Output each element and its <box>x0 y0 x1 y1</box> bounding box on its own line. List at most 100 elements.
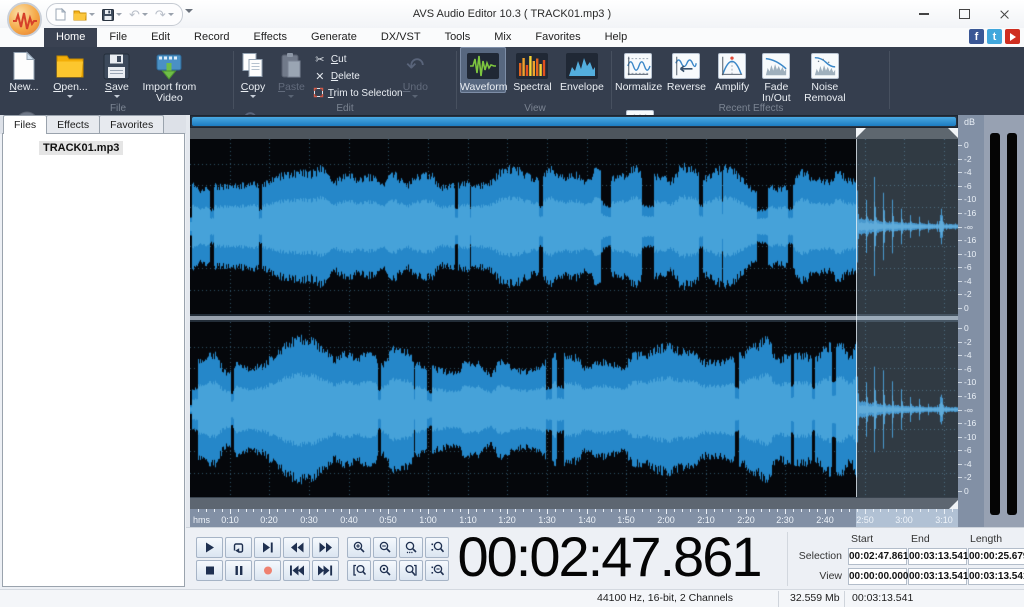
title-bar: ↶ ↷ AVS Audio Editor 10.3 ( TRACK01.mp3 … <box>0 0 1024 28</box>
db-tick <box>958 240 962 241</box>
selection-end-handle[interactable] <box>948 128 958 138</box>
tab-generate[interactable]: Generate <box>299 28 369 47</box>
import-from-video-button[interactable]: Import from Video <box>141 47 197 104</box>
tab-home[interactable]: Home <box>44 28 97 47</box>
fade-in-out-button[interactable]: Fade In/Out <box>756 47 796 104</box>
fade-in-out-icon <box>756 50 796 82</box>
zoom-selection-start-button[interactable] <box>347 560 371 581</box>
file-list-item[interactable]: TRACK01.mp3 <box>39 141 123 155</box>
rewind-button[interactable] <box>283 537 310 558</box>
view-end-value[interactable]: 00:03:13.541 <box>908 568 967 585</box>
channel-divider[interactable] <box>190 314 958 322</box>
tab-file[interactable]: File <box>97 28 139 47</box>
amplify-button[interactable]: Amplify <box>712 47 752 93</box>
zoom-full-button[interactable] <box>399 537 423 558</box>
open-button[interactable]: Open... <box>48 47 92 98</box>
close-button[interactable] <box>984 0 1024 28</box>
tab-record[interactable]: Record <box>182 28 241 47</box>
pause-button[interactable] <box>225 560 252 581</box>
selection-start-value[interactable]: 00:02:47.861 <box>848 548 907 565</box>
open-dropdown-icon[interactable] <box>67 95 73 98</box>
paste-button[interactable]: Paste <box>274 47 308 98</box>
spectral-view-button[interactable]: Spectral <box>510 47 554 93</box>
zoom-to-selection-button[interactable] <box>373 560 397 581</box>
ribbon-group-view: Waveform Spectral Envelope View <box>460 47 610 115</box>
new-file-icon[interactable] <box>55 8 66 21</box>
redo-dropdown-icon[interactable] <box>168 13 174 16</box>
minimize-button[interactable] <box>904 0 944 28</box>
undo-dropdown-icon[interactable] <box>142 13 148 16</box>
delete-button[interactable]: ✕ Delete <box>313 69 395 84</box>
save-dropdown-icon[interactable] <box>114 95 120 98</box>
loop-playback-button[interactable] <box>225 537 252 558</box>
open-file-icon[interactable] <box>73 9 95 21</box>
reverse-button[interactable]: Reverse <box>665 47 707 93</box>
panel-tab-effects[interactable]: Effects <box>46 115 100 134</box>
scrollbar-thumb[interactable] <box>192 117 956 126</box>
selection-strip[interactable] <box>190 128 958 139</box>
normalize-button[interactable]: Normalize <box>615 47 661 93</box>
twitter-icon[interactable]: t <box>987 29 1002 44</box>
copy-button[interactable]: Copy <box>236 47 270 98</box>
youtube-icon[interactable] <box>1005 29 1020 44</box>
redo-icon[interactable]: ↷ <box>155 8 174 21</box>
customize-quick-access-icon[interactable] <box>185 9 193 13</box>
tab-effects[interactable]: Effects <box>242 28 299 47</box>
waveform-channel-left[interactable] <box>190 139 958 314</box>
fast-forward-button[interactable] <box>312 537 339 558</box>
tab-help[interactable]: Help <box>593 28 640 47</box>
undo-button[interactable]: ↶ Undo <box>399 47 431 98</box>
play-button[interactable] <box>196 537 223 558</box>
copy-dropdown-icon[interactable] <box>250 95 256 98</box>
app-menu-button[interactable] <box>7 2 42 37</box>
go-to-start-button[interactable] <box>283 560 310 581</box>
save-dropdown-icon[interactable] <box>116 13 122 16</box>
undo-dropdown-icon[interactable] <box>412 95 418 98</box>
envelope-view-button[interactable]: Envelope <box>559 47 605 93</box>
db-tick <box>958 308 962 309</box>
tab-dxvst[interactable]: DX/VST <box>369 28 433 47</box>
selection-length-value[interactable]: 00:00:25.679 <box>968 548 1024 565</box>
play-to-end-button[interactable] <box>254 537 281 558</box>
save-button[interactable]: Save <box>97 47 137 98</box>
group-label-edit: Edit <box>236 103 454 114</box>
ribbon-group-file: New... Open... Save Import fr <box>4 47 232 115</box>
save-file-icon[interactable] <box>102 9 122 21</box>
tab-mix[interactable]: Mix <box>482 28 523 47</box>
cut-button[interactable]: ✂ Cut <box>313 52 395 67</box>
ruler-tick-label: 3:10 <box>935 515 953 525</box>
maximize-button[interactable] <box>944 0 984 28</box>
stop-button[interactable] <box>196 560 223 581</box>
view-length-value[interactable]: 00:03:13.541 <box>968 568 1024 585</box>
ruler-tick <box>714 509 715 512</box>
view-start-value[interactable]: 00:00:00.000 <box>848 568 907 585</box>
trim-to-selection-button[interactable]: Trim to Selection <box>313 86 395 101</box>
waveform-view-button[interactable]: Waveform <box>460 47 506 93</box>
ruler-tick <box>888 509 889 512</box>
ruler-tick <box>230 509 231 514</box>
new-button[interactable]: New... <box>4 47 44 93</box>
db-tick-label: -10 <box>964 250 976 258</box>
tab-favorites[interactable]: Favorites <box>523 28 592 47</box>
facebook-icon[interactable]: f <box>969 29 984 44</box>
panel-tab-files[interactable]: Files <box>3 115 47 134</box>
noise-removal-button[interactable]: Noise Removal <box>801 47 849 104</box>
zoom-in-button[interactable] <box>347 537 371 558</box>
paste-dropdown-icon[interactable] <box>288 95 294 98</box>
resize-grip-icon[interactable] <box>949 500 958 509</box>
selection-end-value[interactable]: 00:03:13.541 <box>908 548 967 565</box>
ruler-tick <box>555 509 556 512</box>
panel-tab-favorites[interactable]: Favorites <box>99 115 164 134</box>
level-meter-left <box>990 133 1000 515</box>
selection-start-handle[interactable] <box>856 128 866 138</box>
tab-edit[interactable]: Edit <box>139 28 182 47</box>
zoom-selection-end-button[interactable] <box>399 560 423 581</box>
tab-tools[interactable]: Tools <box>433 28 483 47</box>
go-to-end-button[interactable] <box>312 560 339 581</box>
record-button[interactable] <box>254 560 281 581</box>
undo-icon[interactable]: ↶ <box>129 8 148 21</box>
zoom-out-button[interactable] <box>373 537 397 558</box>
open-dropdown-icon[interactable] <box>89 13 95 16</box>
waveform-channel-right[interactable] <box>190 322 958 497</box>
db-tick-label: -10 <box>964 378 976 386</box>
